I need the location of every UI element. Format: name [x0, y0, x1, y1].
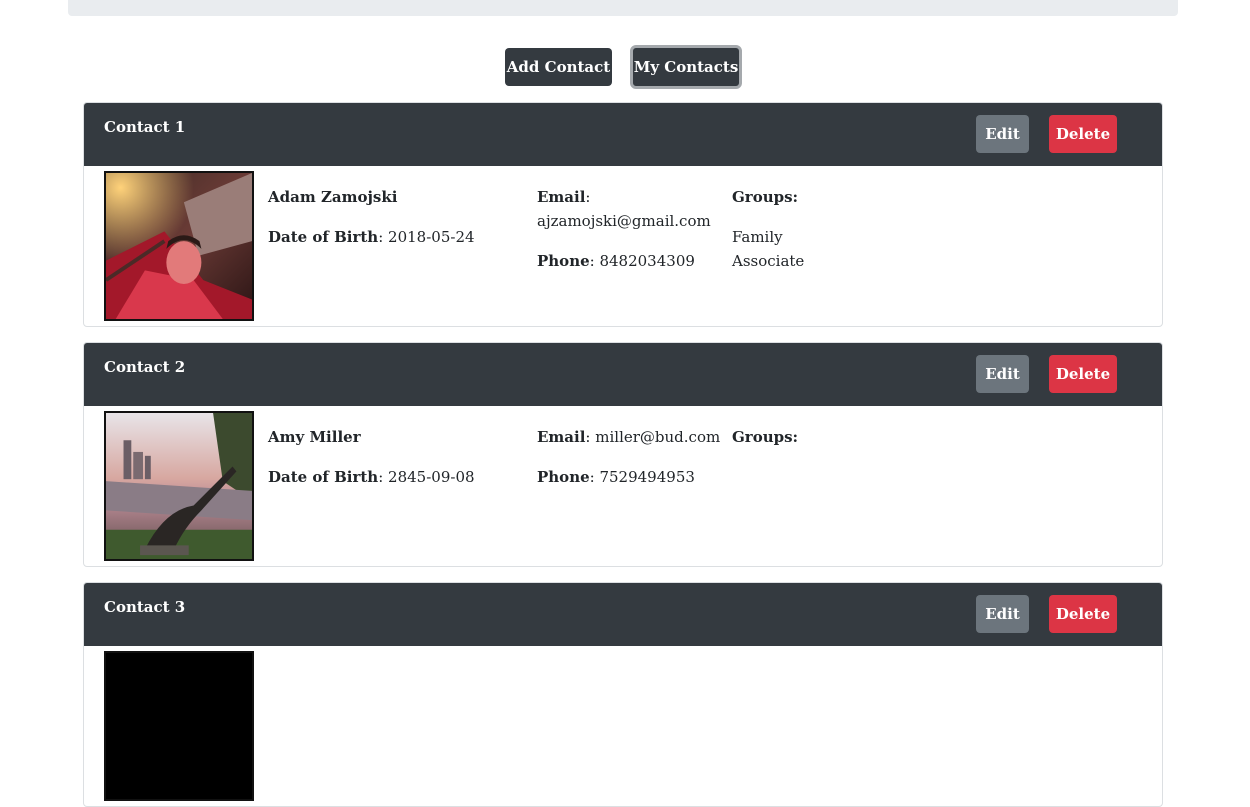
edit-contact-button[interactable]: Edit — [976, 355, 1029, 393]
phone-label: Phone — [537, 252, 590, 270]
email-value: miller@bud.com — [595, 428, 721, 446]
contacts-nav: Add Contact My Contacts — [0, 45, 1250, 89]
contact-card-header: Contact 1 Edit Delete — [84, 103, 1162, 166]
phone-label: Phone — [537, 468, 590, 486]
contact-name: Amy Miller — [268, 428, 361, 446]
delete-contact-button[interactable]: Delete — [1049, 355, 1117, 393]
email-label: Email — [537, 428, 586, 446]
contact-email-label: Email: — [537, 188, 591, 206]
contact-card-body: Amy Miller Date of Birth: 2845-09-08 Ema… — [84, 406, 1162, 566]
contact-photo — [104, 171, 254, 321]
contact-card-1: Contact 1 Edit Delete Adam Zamojski Date… — [83, 102, 1163, 327]
contact-card-title: Contact 3 — [104, 598, 186, 616]
dob-label: Date of Birth — [268, 228, 379, 246]
edit-contact-button[interactable]: Edit — [976, 595, 1029, 633]
contact-photo — [104, 411, 254, 561]
dob-value: 2845-09-08 — [388, 468, 475, 486]
contact-card-2: Contact 2 Edit Delete Amy Miller Date of… — [83, 342, 1163, 567]
dob-label: Date of Birth — [268, 468, 379, 486]
email-label: Email — [537, 188, 586, 206]
contact-email: Email: miller@bud.com — [537, 428, 721, 446]
contact-dob: Date of Birth: 2845-09-08 — [268, 468, 475, 486]
contact-card-3: Contact 3 Edit Delete — [83, 582, 1163, 807]
my-contacts-button[interactable]: My Contacts — [630, 45, 742, 89]
contact-email-value: ajzamojski@gmail.com — [537, 212, 711, 230]
edit-contact-button[interactable]: Edit — [976, 115, 1029, 153]
contact-card-title: Contact 1 — [104, 118, 186, 136]
group-item: Associate — [732, 252, 805, 270]
contact-card-header: Contact 2 Edit Delete — [84, 343, 1162, 406]
add-contact-button[interactable]: Add Contact — [505, 48, 612, 86]
delete-contact-button[interactable]: Delete — [1049, 115, 1117, 153]
contact-name: Adam Zamojski — [268, 188, 398, 206]
contact-card-body: Adam Zamojski Date of Birth: 2018-05-24 … — [84, 166, 1162, 326]
contact-phone: Phone: 7529494953 — [537, 468, 695, 486]
contact-card-title: Contact 2 — [104, 358, 186, 376]
phone-value: 8482034309 — [599, 252, 695, 270]
delete-contact-button[interactable]: Delete — [1049, 595, 1117, 633]
phone-value: 7529494953 — [599, 468, 695, 486]
contact-card-body — [84, 646, 1162, 806]
contact-photo — [104, 651, 254, 801]
contact-card-header: Contact 3 Edit Delete — [84, 583, 1162, 646]
top-banner — [68, 0, 1178, 16]
contact-groups-label: Groups: — [732, 188, 799, 206]
contact-groups-label: Groups: — [732, 428, 799, 446]
group-item: Family — [732, 228, 783, 246]
contact-phone: Phone: 8482034309 — [537, 252, 695, 270]
dob-value: 2018-05-24 — [388, 228, 475, 246]
contact-dob: Date of Birth: 2018-05-24 — [268, 228, 475, 246]
